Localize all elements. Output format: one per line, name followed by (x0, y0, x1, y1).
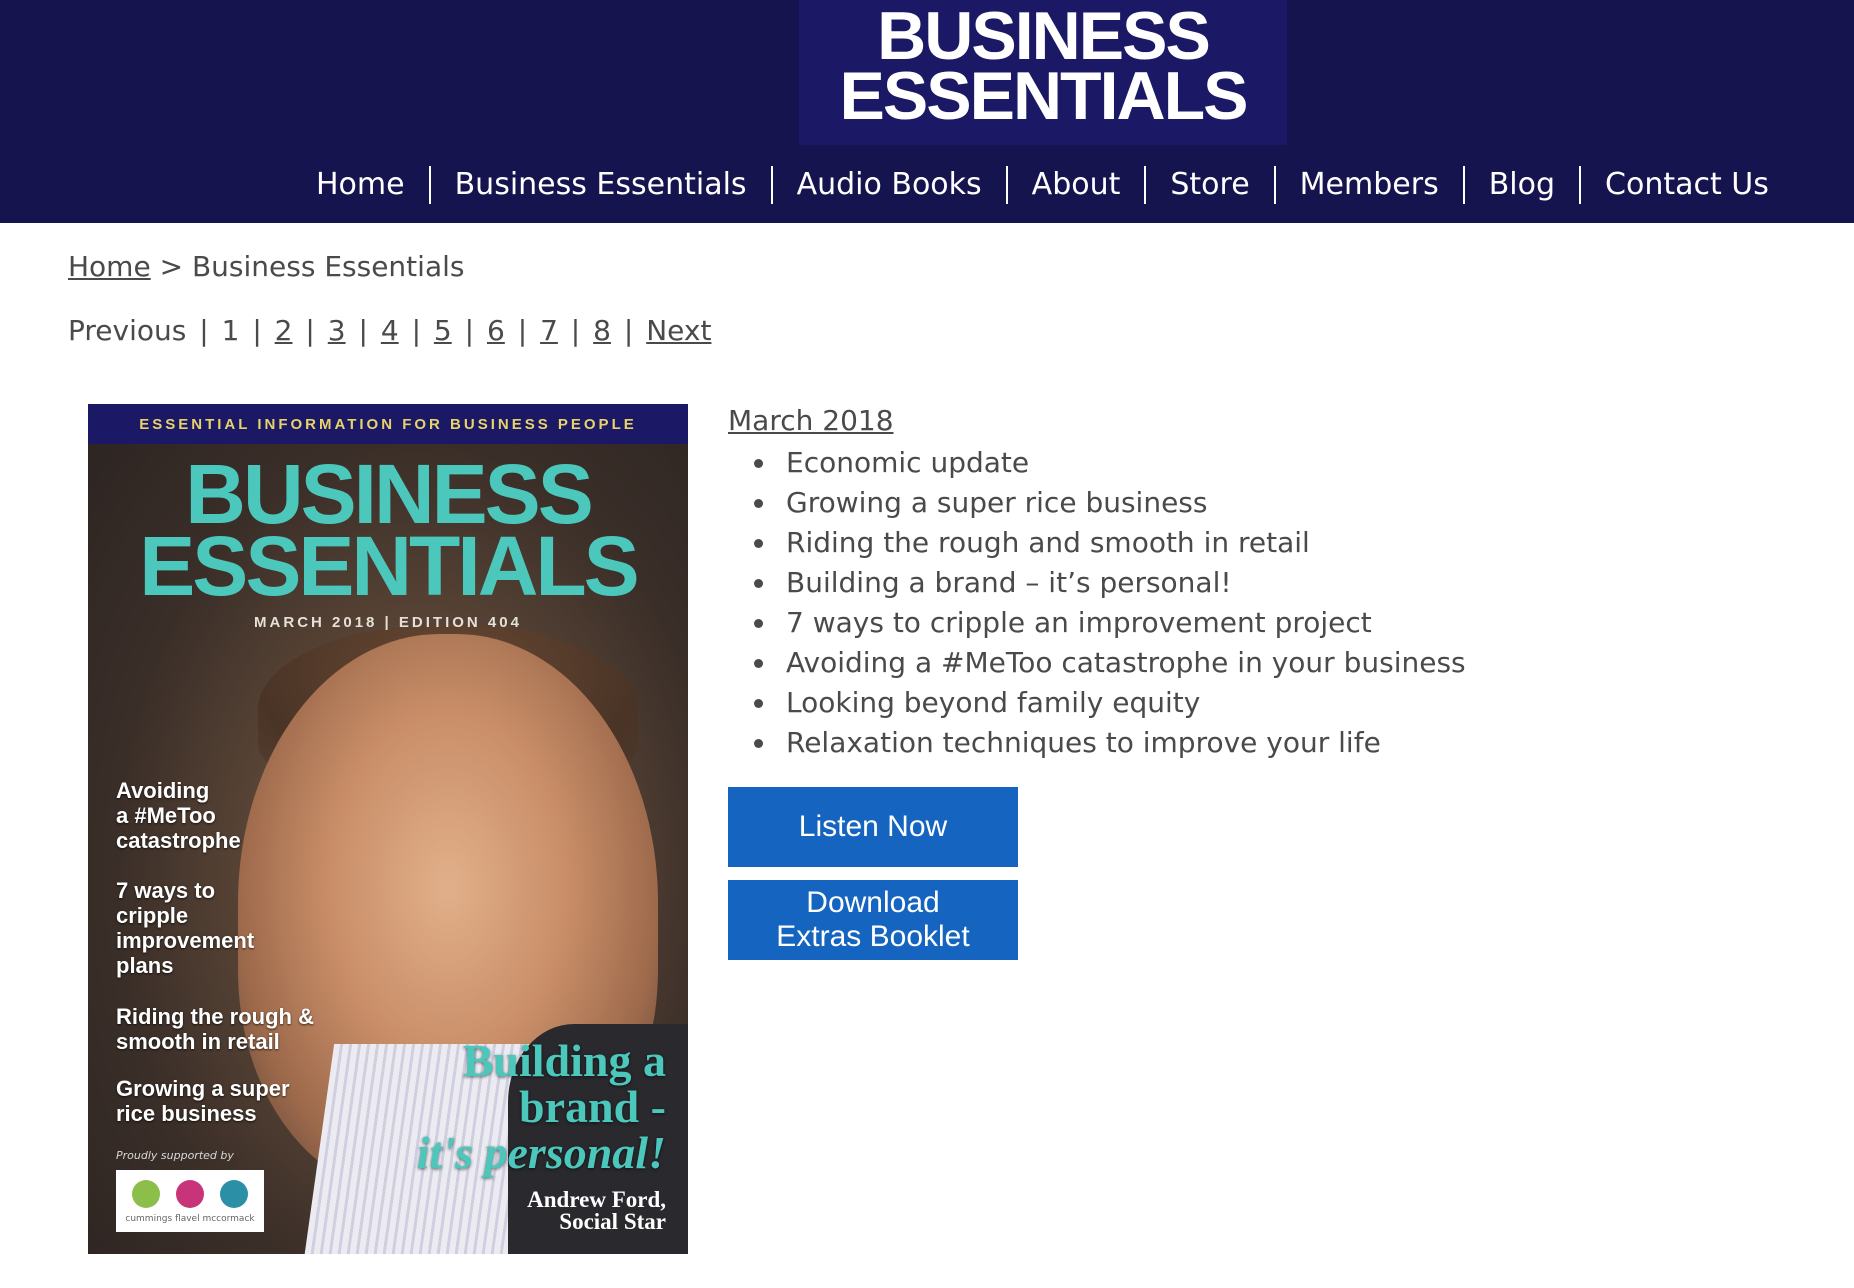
pager-separator: | (252, 314, 262, 347)
sponsor-logo: cummings flavel mccormack (116, 1170, 264, 1232)
pager-page-6[interactable]: 6 (487, 314, 505, 347)
cover-tagline: ESSENTIAL INFORMATION FOR BUSINESS PEOPL… (88, 404, 688, 444)
nav-contact-us[interactable]: Contact Us (1581, 165, 1793, 205)
breadcrumb-current: Business Essentials (191, 250, 465, 283)
pager-separator: | (199, 314, 209, 347)
cover-title-line-2: ESSENTIALS (139, 519, 639, 613)
sponsor-teal-dot-icon (220, 1180, 248, 1208)
cover-feature-line-3: it's personal! (416, 1127, 666, 1178)
topic-item: Building a brand – it’s personal! (778, 563, 1466, 603)
cover-story-line: Avoiding (116, 778, 210, 803)
cover-story-line: Growing a super (116, 1076, 290, 1101)
cover-story-line: Riding the rough & (116, 1004, 314, 1029)
nav-audio-books[interactable]: Audio Books (773, 165, 1006, 205)
pager-previous: Previous (68, 314, 187, 347)
cover-story-line: rice business (116, 1101, 257, 1126)
cover-story-line: smooth in retail (116, 1029, 280, 1054)
topic-item: Riding the rough and smooth in retail (778, 523, 1466, 563)
sponsor-pink-dot-icon (176, 1180, 204, 1208)
sponsor-green-dot-icon (132, 1180, 160, 1208)
pager-page-4[interactable]: 4 (381, 314, 399, 347)
pager-separator: | (305, 314, 315, 347)
nav-home[interactable]: Home (292, 165, 429, 205)
issue-topics-list: Economic update Growing a super rice bus… (746, 443, 1466, 763)
topic-item: Economic update (778, 443, 1466, 483)
nav-business-essentials[interactable]: Business Essentials (431, 165, 771, 205)
main-nav: Home Business Essentials Audio Books Abo… (292, 160, 1793, 210)
topic-item: Looking beyond family equity (778, 683, 1466, 723)
pager-next[interactable]: Next (646, 314, 711, 347)
download-button-line-1: Download (806, 886, 940, 919)
cover-supported-by: Proudly supported by (116, 1149, 234, 1162)
topic-item: Growing a super rice business (778, 483, 1466, 523)
pager-separator: | (358, 314, 368, 347)
nav-store[interactable]: Store (1146, 165, 1273, 205)
pager-separator: | (411, 314, 421, 347)
download-button-line-2: Extras Booklet (776, 920, 970, 953)
topic-item: 7 ways to cripple an improvement project (778, 603, 1466, 643)
breadcrumb-separator: > (159, 250, 184, 283)
issue-title-link[interactable]: March 2018 (728, 404, 894, 437)
site-logo[interactable]: BUSINESS ESSENTIALS (799, 0, 1287, 145)
pager-separator: | (517, 314, 528, 347)
cover-person-role: Social Star (559, 1209, 666, 1234)
pager-separator: | (570, 314, 581, 347)
cover-story-line: a #MeToo (116, 803, 216, 828)
magazine-cover[interactable]: ESSENTIAL INFORMATION FOR BUSINESS PEOPL… (88, 404, 688, 1254)
cover-person-name: Andrew Ford, (527, 1187, 666, 1212)
cover-feature-line-1: Building a (462, 1035, 666, 1086)
cover-story-retail: Riding the rough & smooth in retail (116, 1004, 314, 1054)
cover-story-metoo: Avoiding a #MeToo catastrophe (116, 778, 241, 853)
pager-page-3[interactable]: 3 (328, 314, 346, 347)
listen-now-button[interactable]: Listen Now (728, 787, 1018, 867)
topic-item: Relaxation techniques to improve your li… (778, 723, 1466, 763)
nav-about[interactable]: About (1008, 165, 1145, 205)
pager-page-8[interactable]: 8 (593, 314, 611, 347)
cover-story-line: cripple (116, 903, 189, 928)
pagination: Previous | 1 | 2 | 3 | 4 | 5 | 6 | 7 | 8… (68, 314, 711, 347)
sponsor-name: cummings flavel mccormack (125, 1214, 255, 1224)
nav-blog[interactable]: Blog (1465, 165, 1579, 205)
pager-page-5[interactable]: 5 (434, 314, 452, 347)
pager-separator: | (464, 314, 475, 347)
nav-members[interactable]: Members (1276, 165, 1463, 205)
cover-feature-line-2: brand - (519, 1081, 666, 1132)
cover-story-line: 7 ways to (116, 878, 216, 903)
topic-item: Avoiding a #MeToo catastrophe in your bu… (778, 643, 1466, 683)
pager-current-page: 1 (221, 314, 240, 347)
site-header: BUSINESS ESSENTIALS Home Business Essent… (0, 0, 1854, 223)
cover-story-line: plans (116, 953, 174, 978)
breadcrumb-home-link[interactable]: Home (68, 250, 151, 283)
logo-line-2: ESSENTIALS (839, 58, 1249, 134)
cover-edition: MARCH 2018 | EDITION 404 (254, 614, 522, 631)
cover-story-rice: Growing a super rice business (116, 1076, 290, 1126)
pager-separator: | (623, 314, 634, 347)
pager-page-2[interactable]: 2 (275, 314, 293, 347)
pager-page-7[interactable]: 7 (540, 314, 558, 347)
download-extras-booklet-button[interactable]: Download Extras Booklet (728, 880, 1018, 960)
cover-story-line: improvement (116, 928, 255, 953)
cover-story-7-ways: 7 ways to cripple improvement plans (116, 878, 254, 978)
breadcrumb: Home > Business Essentials (68, 250, 464, 283)
cover-story-line: catastrophe (116, 828, 241, 853)
